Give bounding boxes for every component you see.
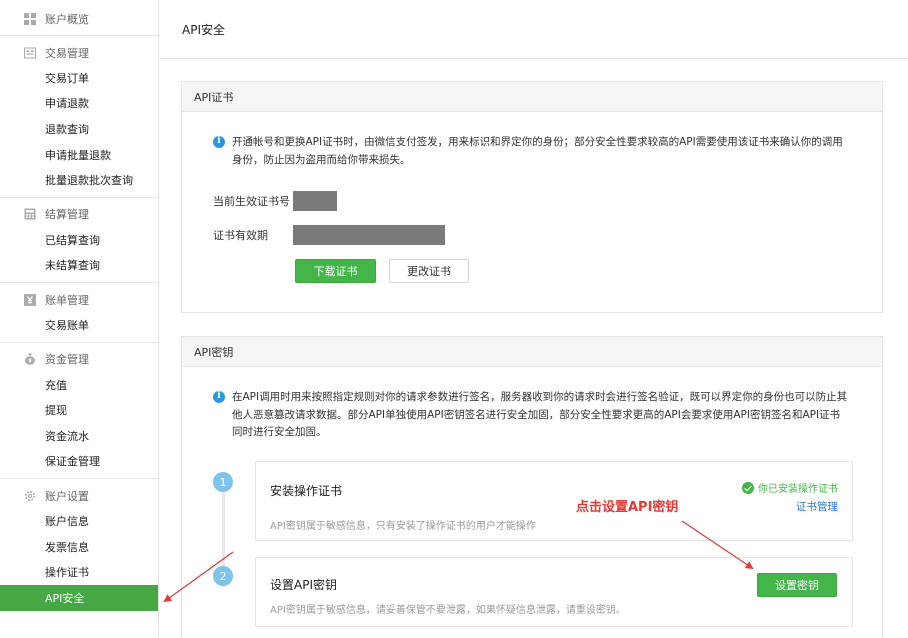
validity-label: 证书有效期 [213,229,268,242]
sidebar-group-label: 账单管理 [45,293,89,307]
sidebar-item-batch-refund[interactable]: 申请批量退款 [0,142,158,168]
nav-group-account-settings: 账户设置 账户信息 发票信息 操作证书 API安全 [0,479,158,614]
sidebar-item-account-info[interactable]: 账户信息 [0,508,158,534]
sidebar-group-funds: 资金管理 [0,347,158,372]
step-title: 安装操作证书 [270,484,343,498]
check-circle-icon [742,481,754,494]
nav-group-trade: 交易管理 交易订单 申请退款 退款查询 申请批量退款 批量退款批次查询 [0,36,158,198]
panel-title: API证书 [182,82,882,112]
sidebar-item-trade-orders[interactable]: 交易订单 [0,65,158,91]
sidebar-item-deposit[interactable]: 保证金管理 [0,449,158,475]
cert-info: i 开通帐号和更换API证书时，由微信支付签发，用来标识和界定你的身份；部分安全… [213,134,863,169]
nav-group-funds: 资金管理 充值 提现 资金流水 保证金管理 [0,343,158,480]
status-text: 你已安装操作证书 [758,484,838,495]
sidebar-item-overview[interactable]: 账户概览 [0,6,158,31]
sidebar-item-fund-flow[interactable]: 资金流水 [0,423,158,449]
info-icon: i [213,136,225,148]
sidebar-item-settled[interactable]: 已结算查询 [0,227,158,253]
info-text: 在API调用时用来按照指定规则对你的请求参数进行签名，服务器收到你的请求时会进行… [232,389,847,442]
sidebar-group-trade: 交易管理 [0,40,158,65]
validity-redacted [293,225,445,245]
sidebar-item-withdraw[interactable]: 提现 [0,397,158,423]
key-info: i 在API调用时用来按照指定规则对你的请求参数进行签名，服务器收到你的请求时会… [213,389,873,442]
sidebar-group-label: 账户设置 [45,489,89,503]
receipt-icon [24,47,36,59]
nav-group-bills: 账单管理 交易账单 [0,283,158,343]
nav-group-settlement: 结算管理 已结算查询 未结算查询 [0,198,158,284]
info-text-line: 身份，防止因为盗用而给你带来损失。 [232,153,411,166]
current-cert-label: 当前生效证书号 [213,195,290,208]
api-cert-panel: API证书 i 开通帐号和更换API证书时，由微信支付签发，用来标识和界定你的身… [181,81,883,313]
change-cert-button[interactable]: 更改证书 [389,259,469,283]
sidebar-item-recharge[interactable]: 充值 [0,372,158,398]
info-text-line: 开通帐号和更换API证书时，由微信支付签发，用来标识和界定你的身份；部分安全性要… [232,136,843,148]
step-desc: API密钥属于敏感信息，请妥善保管不要泄露，如果怀疑信息泄露，请重设密钥。 [270,605,626,616]
info-text: 开通帐号和更换API证书时，由微信支付签发，用来标识和界定你的身份；部分安全性要… [232,134,843,169]
step-number: 1 [213,472,233,492]
sidebar-item-trade-bill[interactable]: 交易账单 [0,312,158,338]
info-text-line: 同时进行安全加固。 [232,426,327,438]
gear-icon [24,490,36,502]
step-number: 2 [213,566,233,586]
cert-management-link[interactable]: 证书管理 [796,499,838,514]
sidebar-item-batch-refund-query[interactable]: 批量退款批次查询 [0,167,158,193]
sidebar-group-label: 交易管理 [45,46,89,60]
download-cert-button[interactable]: 下载证书 [295,259,376,283]
sidebar-group-label: 账户概览 [45,12,89,26]
cert-installed-status: 你已安装操作证书 [742,480,838,495]
annotation-text: 点击设置API密钥 [576,500,679,515]
money-bag-icon [24,353,36,366]
nav-group-overview: 账户概览 [0,0,158,36]
sidebar-item-apply-refund[interactable]: 申请退款 [0,91,158,117]
info-icon: i [213,391,225,403]
sidebar-group-label: 资金管理 [45,353,89,367]
sidebar-item-refund-query[interactable]: 退款查询 [0,116,158,142]
info-text-line: 在API调用时用来按照指定规则对你的请求参数进行签名，服务器收到你的请求时会进行… [232,391,848,403]
current-cert-row: 当前生效证书号 [213,191,337,211]
sidebar-group-label: 结算管理 [45,208,89,222]
sidebar-item-unsettled[interactable]: 未结算查询 [0,253,158,279]
sidebar-item-invoice-info[interactable]: 发票信息 [0,534,158,560]
step-install-cert: 安装操作证书 API密钥属于敏感信息，只有安装了操作证书的用户才能操作 你已安装… [255,461,853,541]
step-set-api-key: 设置API密钥 API密钥属于敏感信息，请妥善保管不要泄露，如果怀疑信息泄露，请… [255,557,853,627]
page-title: API安全 [160,0,908,59]
sidebar-group-bills: 账单管理 [0,287,158,312]
grid-icon [24,12,36,25]
sidebar-item-operation-cert[interactable]: 操作证书 [0,559,158,585]
step-desc: API密钥属于敏感信息，只有安装了操作证书的用户才能操作 [270,521,536,532]
info-text-line: 他人恶意篡改请求数据。部分API单独使用API密钥签名进行安全加固，部分安全性要… [232,408,841,421]
sidebar: 账户概览 交易管理 交易订单 申请退款 退款查询 申请批量退款 批量退款批次查询… [0,0,159,638]
calculator-icon [24,208,36,220]
main-content: API安全 API证书 i 开通帐号和更换API证书时，由微信支付签发，用来标识… [160,0,908,638]
sidebar-group-settlement: 结算管理 [0,202,158,227]
step-title: 设置API密钥 [270,578,337,592]
api-key-panel: API密钥 i 在API调用时用来按照指定规则对你的请求参数进行签名，服务器收到… [181,336,883,638]
panel-title: API密钥 [182,337,882,367]
validity-row: 证书有效期 [213,225,445,245]
set-key-button[interactable]: 设置密钥 [757,573,837,597]
sidebar-item-api-security[interactable]: API安全 [0,584,158,611]
cert-number-redacted [293,191,337,211]
yen-icon [24,293,36,306]
sidebar-group-account-settings: 账户设置 [0,483,158,508]
